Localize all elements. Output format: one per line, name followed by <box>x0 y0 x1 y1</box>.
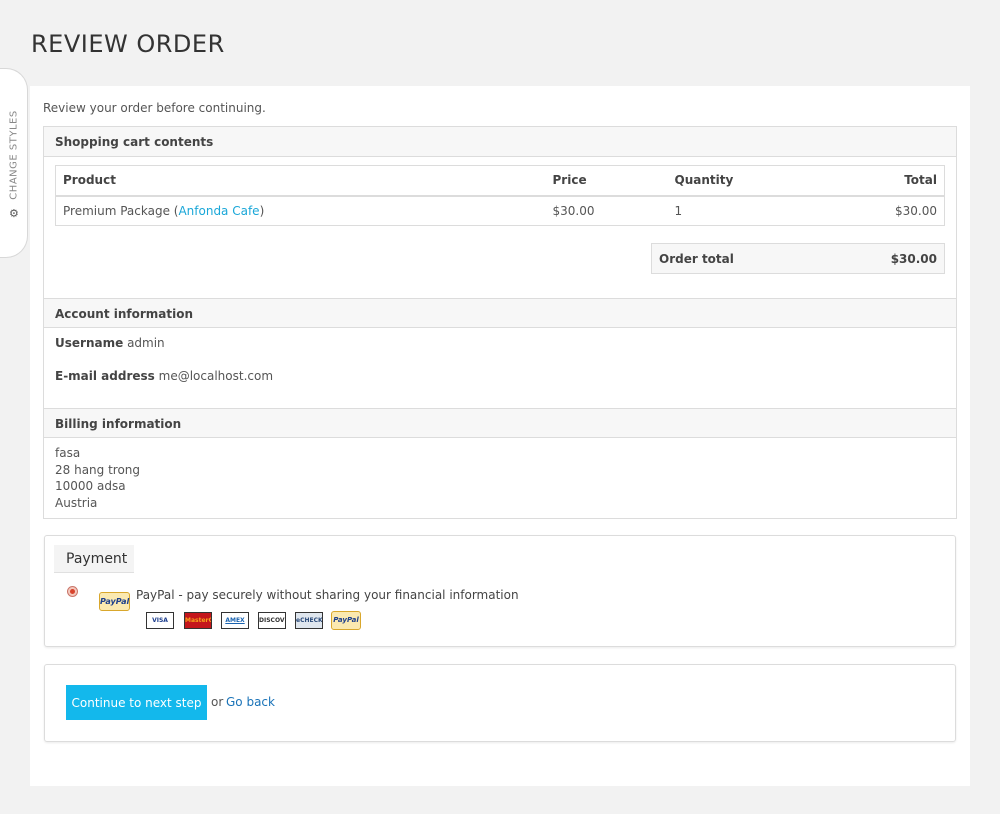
gear-icon: ⚙ <box>9 207 19 220</box>
billing-line: 28 hang trong <box>55 462 141 477</box>
amex-card-icon: AMEX <box>221 612 249 629</box>
col-price: Price <box>545 165 668 197</box>
account-pane-body: Username admin E-mail address me@localho… <box>44 328 956 408</box>
price-cell: $30.00 <box>552 203 595 218</box>
order-total-box: Order total $30.00 <box>651 243 945 274</box>
email-value: me@localhost.com <box>158 369 274 383</box>
form-actions: Continue to next step or Go back <box>44 664 956 742</box>
email-row: E-mail address me@localhost.com <box>55 369 945 383</box>
mastercard-card-icon: MasterCard <box>184 612 212 629</box>
account-pane-heading: Account information <box>44 298 956 328</box>
username-row: Username admin <box>55 336 945 350</box>
col-quantity: Quantity <box>667 165 820 197</box>
page-title: REVIEW ORDER <box>31 30 225 58</box>
order-total-value: $30.00 <box>890 252 937 266</box>
review-order-content: Review your order before continuing. Sho… <box>30 86 970 786</box>
total-cell: $30.00 <box>895 203 937 218</box>
email-label: E-mail address <box>55 369 155 383</box>
billing-line: Austria <box>55 495 98 510</box>
order-review-panel: Shopping cart contents Product Price Qua… <box>43 126 957 519</box>
username-label: Username <box>55 336 124 350</box>
go-back-link[interactable]: Go back <box>226 695 275 709</box>
discover-card-icon: DISCOVER <box>258 612 286 629</box>
cart-header-row: Product Price Quantity Total <box>55 165 945 197</box>
payment-legend: Payment <box>54 545 134 573</box>
billing-address: fasa 28 hang trong 10000 adsa Austria <box>44 438 956 518</box>
intro-text: Review your order before continuing. <box>43 101 266 115</box>
product-suffix: ) <box>259 203 265 218</box>
table-row: Premium Package (Anfonda Cafe) $30.00 1 … <box>56 196 945 226</box>
payment-method-description[interactable]: PayPal - pay securely without sharing yo… <box>136 588 519 602</box>
visa-card-icon: VISA <box>146 612 174 629</box>
col-total: Total <box>819 165 945 197</box>
or-text: or <box>211 695 224 709</box>
billing-pane-heading: Billing information <box>44 408 956 438</box>
paypal-logo-icon: PayPal <box>99 592 130 611</box>
cart-pane-body: Product Price Quantity Total Premium Pac… <box>44 157 956 298</box>
paypal-card-icon: PayPal <box>331 611 361 630</box>
change-styles-tab[interactable]: CHANGE STYLES ⚙ <box>0 68 28 258</box>
cart-table: Product Price Quantity Total Premium Pac… <box>55 165 945 226</box>
product-cell: Premium Package (Anfonda Cafe) <box>56 196 546 226</box>
paypal-radio[interactable] <box>67 586 78 597</box>
product-name: Premium Package ( <box>63 203 179 218</box>
continue-button[interactable]: Continue to next step <box>66 685 207 720</box>
cart-pane-heading: Shopping cart contents <box>44 127 956 157</box>
username-value: admin <box>127 336 165 350</box>
billing-line: fasa <box>55 446 81 460</box>
quantity-cell: 1 <box>674 203 683 218</box>
change-styles-label: CHANGE STYLES <box>8 110 20 200</box>
payment-fieldset: Payment PayPal PayPal - pay securely wit… <box>44 535 956 647</box>
product-node-link[interactable]: Anfonda Cafe <box>178 204 259 218</box>
echeck-card-icon: eCHECK <box>295 612 323 629</box>
order-total-label: Order total <box>659 252 734 266</box>
col-product: Product <box>55 165 546 197</box>
billing-line: 10000 adsa <box>55 479 126 493</box>
